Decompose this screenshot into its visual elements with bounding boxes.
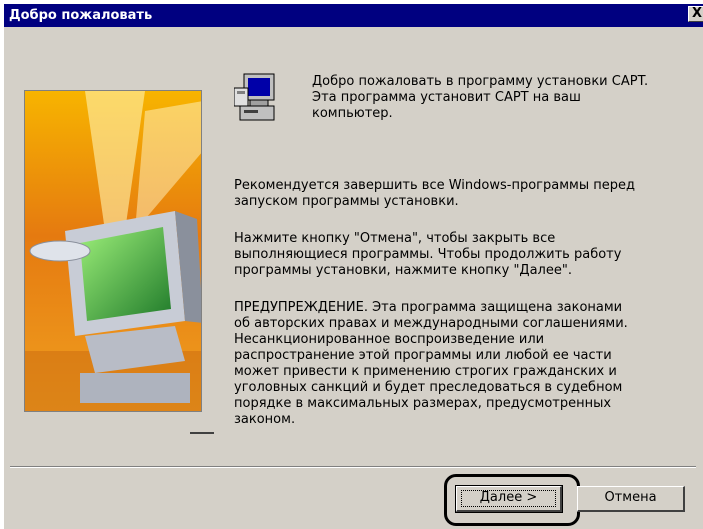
window-title: Добро пожаловать (9, 8, 153, 23)
welcome-line: Добро пожаловать в программу установки C… (312, 74, 649, 89)
text-line: запуском программы установки. (234, 194, 459, 209)
recommendation-text: Рекомендуется завершить все Windows-прог… (234, 178, 635, 210)
text-line: может привести к применению строгих граж… (234, 364, 617, 379)
text-line: Рекомендуется завершить все Windows-прог… (234, 178, 635, 193)
welcome-message: Добро пожаловать в программу установки C… (312, 74, 692, 122)
text-line: уголовных санкций и будет преследоваться… (234, 380, 623, 395)
setup-dialog: Добро пожаловать X Добро пожаловать в пр… (3, 3, 703, 529)
next-button[interactable]: Далее > (455, 485, 563, 513)
text-line: Нажмите кнопку "Отмена", чтобы закрыть в… (234, 231, 556, 246)
setup-illustration (24, 90, 202, 412)
close-button[interactable]: X (688, 6, 703, 22)
text-line: законом. (234, 412, 296, 427)
welcome-line: Эта программа установит CAPT на ваш (312, 90, 581, 105)
text-line: выполняющиеся программы. Чтобы продолжит… (234, 247, 622, 262)
text-line: программы установки, нажмите кнопку "Дал… (234, 263, 572, 278)
text-line: ПРЕДУПРЕЖДЕНИЕ. Эта программа защищена з… (234, 300, 623, 315)
text-line: об авторских правах и международными сог… (234, 316, 628, 331)
focus-rectangle (461, 490, 556, 507)
text-line: порядке в максимальных размерах, предусм… (234, 396, 612, 411)
text-line: Несанкционированное воспроизведение или (234, 332, 545, 347)
cancel-button-label: Отмена (604, 490, 657, 505)
button-separator (10, 466, 696, 468)
copyright-warning: ПРЕДУПРЕЖДЕНИЕ. Эта программа защищена з… (234, 300, 628, 428)
image-caption-dash (190, 432, 214, 434)
close-icon: X (691, 6, 703, 21)
welcome-line: компьютер. (312, 106, 393, 121)
cancel-instructions: Нажмите кнопку "Отмена", чтобы закрыть в… (234, 231, 621, 279)
computer-setup-icon (233, 72, 282, 124)
text-line: распространение этой программы или любой… (234, 348, 612, 363)
title-bar: Добро пожаловать X (4, 4, 703, 27)
cancel-button[interactable]: Отмена (577, 486, 685, 512)
